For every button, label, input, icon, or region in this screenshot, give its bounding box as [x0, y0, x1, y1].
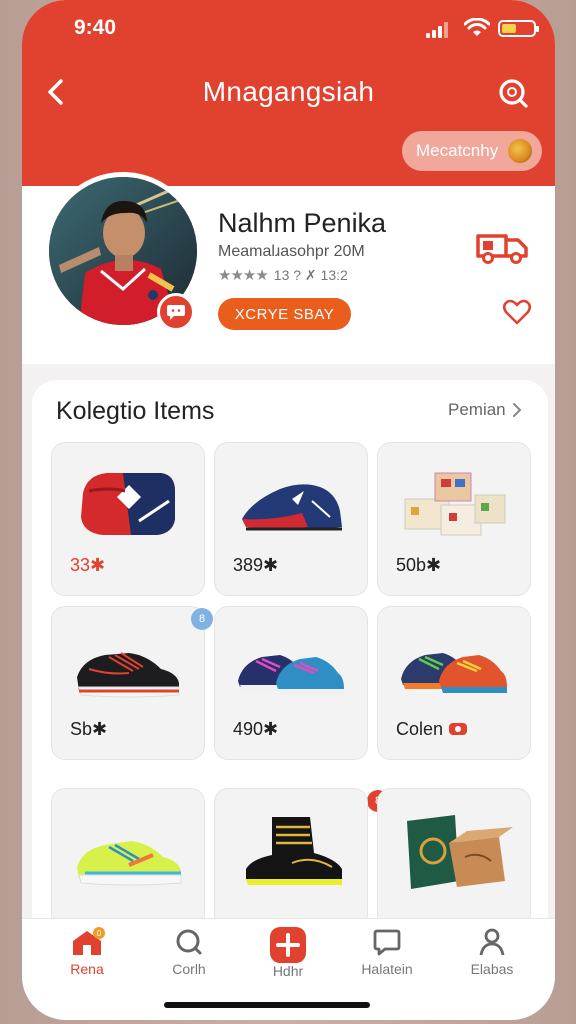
profile-section: Nalhm Penika Meamalɹasohpr 20M ★★★★ 13 ?… [22, 172, 555, 364]
collection-item[interactable]: Sb✱ [51, 606, 205, 760]
item-price: 33✱ [70, 555, 106, 575]
rating-row: ★★★★ 13 ? ✗ 13:2 [218, 266, 348, 285]
collection-item[interactable]: 389✱ [214, 442, 368, 596]
rating-stars: ★★★★ [218, 267, 269, 284]
collection-title: Kolegtio Items [56, 397, 215, 425]
running-shoe-image [77, 652, 180, 698]
chat-icon [373, 929, 401, 956]
status-icons [426, 18, 539, 38]
hightop-boot-image [246, 817, 342, 885]
nav-label: Elabas [470, 961, 514, 977]
item-badge: 8 [191, 608, 213, 630]
nav-item-messages[interactable]: Halatein [342, 927, 432, 987]
chat-badge-button[interactable] [157, 293, 195, 331]
collection-item[interactable] [214, 788, 368, 928]
profile-icon [479, 928, 505, 956]
header-chip[interactable]: Mecatcnhy [402, 131, 542, 171]
back-button[interactable] [42, 76, 70, 108]
heart-icon[interactable] [502, 298, 532, 326]
neon-sneaker-image [77, 841, 182, 886]
item-price: 50b✱ [396, 555, 442, 575]
see-all-label: Pemian [448, 400, 506, 419]
battery-icon [498, 20, 539, 37]
collection-item[interactable]: 33✱ [51, 442, 205, 596]
colorful-sneakers-image [401, 653, 507, 693]
status-time: 9:40 [74, 16, 117, 39]
nav-item-profile[interactable]: Elabas [447, 927, 537, 987]
home-indicator[interactable] [164, 1002, 370, 1008]
nav-label: Rena [70, 961, 104, 977]
medal-icon [508, 139, 532, 163]
sneaker-pair-image [238, 655, 344, 695]
item-price: Colen [396, 719, 468, 740]
collection-item[interactable] [51, 788, 205, 928]
nav-item-home[interactable]: 0 Rena [42, 927, 132, 987]
wifi-icon [464, 18, 490, 36]
merch-bag-image [407, 815, 513, 889]
collection-card: Kolegtio Items Pemian 33✱ 389✱ 50b✱ Sb✱ … [32, 380, 548, 940]
nav-item-search[interactable]: Corlh [144, 927, 234, 987]
cleat-shoe-image [242, 484, 342, 531]
item-price-label: Colen [396, 719, 444, 739]
kit-bag-image [81, 473, 175, 535]
nav-label: Halatein [361, 961, 413, 977]
collection-item[interactable]: 490✱ [214, 606, 368, 760]
chevron-right-icon [512, 403, 522, 417]
search-button[interactable] [496, 76, 530, 110]
see-all-link[interactable]: Pemian [448, 400, 522, 420]
profile-name: Nalhm Penika [218, 208, 387, 238]
card-boxes-image [404, 472, 506, 536]
chat-bubble-icon [449, 723, 468, 736]
home-icon: 0 [73, 927, 105, 955]
nav-item-add[interactable]: Hdhr [243, 927, 333, 987]
item-price: Sb✱ [70, 719, 108, 739]
nav-label: Corlh [172, 961, 206, 977]
signal-icon [426, 22, 448, 38]
add-icon [270, 927, 306, 963]
rating-text: 13 ? ✗ 13:2 [273, 266, 348, 283]
app-header: 9:40 Mnagangsiah Mecatcnhy [22, 0, 555, 186]
header-chip-label: Mecatcnhy [416, 141, 499, 160]
collection-item[interactable]: Colen [377, 606, 531, 760]
search-icon [176, 929, 202, 955]
nav-label: Hdhr [272, 963, 304, 979]
home-badge: 0 [97, 929, 102, 938]
delivery-truck-icon[interactable] [474, 226, 530, 266]
profile-action-button[interactable]: XCRYE SBAY [218, 298, 351, 330]
profile-subtitle: Meamalɹasohpr 20M [218, 243, 365, 260]
collection-item[interactable] [377, 788, 531, 928]
message-icon [167, 305, 185, 320]
item-price: 389✱ [233, 555, 279, 575]
collection-item[interactable]: 50b✱ [377, 442, 531, 596]
item-price: 490✱ [233, 719, 279, 739]
phone-screen: 9:40 Mnagangsiah Mecatcnhy Nalhm Penika … [22, 0, 555, 1020]
page-title: Mnagangsiah [202, 76, 375, 107]
